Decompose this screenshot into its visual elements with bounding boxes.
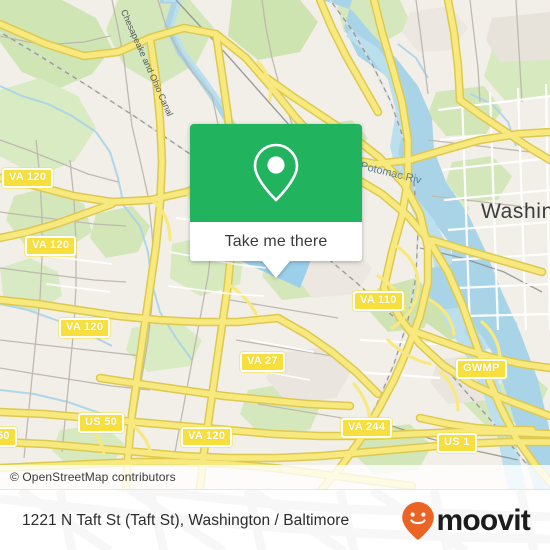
road-shield-va-120-bottom: VA 120 bbox=[181, 427, 233, 447]
popup-header bbox=[190, 124, 362, 222]
popup-tail-pointer bbox=[262, 261, 290, 278]
road-shield-va-110: VA 110 bbox=[353, 291, 404, 311]
moovit-logo[interactable]: moovit bbox=[401, 501, 550, 541]
road-shield-gwmp: GWMP bbox=[456, 359, 507, 379]
road-shield-us-50: US 50 bbox=[78, 413, 125, 433]
footer-bar: 1221 N Taft St (Taft St), Washington / B… bbox=[0, 489, 550, 550]
road-shield-va-120-mid: VA 120 bbox=[25, 236, 77, 256]
take-me-there-button[interactable]: Take me there bbox=[190, 222, 362, 261]
osm-attribution-text[interactable]: © OpenStreetMap contributors bbox=[0, 470, 176, 484]
osm-attribution-bar: © OpenStreetMap contributors bbox=[0, 465, 550, 489]
road-shield-va-244: VA 244 bbox=[341, 418, 393, 438]
map-screen: VA 120 VA 120 VA 120 VA 27 US 50 50 VA 120 VA 1… bbox=[0, 0, 550, 550]
road-shield-va-120-lower: VA 120 bbox=[59, 318, 111, 338]
map-pin-icon bbox=[253, 143, 299, 202]
road-shield-va-27: VA 27 bbox=[240, 352, 285, 372]
destination-popup[interactable]: Take me there bbox=[190, 124, 362, 278]
road-shield-us-1: US 1 bbox=[437, 433, 477, 453]
road-shield-us-50-edge: 50 bbox=[0, 427, 17, 447]
road-shield-va-120-left: VA 120 bbox=[2, 168, 54, 188]
moovit-smiley-pin-icon bbox=[402, 501, 435, 540]
location-address: 1221 N Taft St (Taft St), Washington / B… bbox=[22, 511, 350, 529]
take-me-there-label: Take me there bbox=[224, 232, 328, 250]
moovit-wordmark: moovit bbox=[436, 503, 530, 537]
map-canvas[interactable]: VA 120 VA 120 VA 120 VA 27 US 50 50 VA 120 VA 1… bbox=[0, 0, 550, 489]
